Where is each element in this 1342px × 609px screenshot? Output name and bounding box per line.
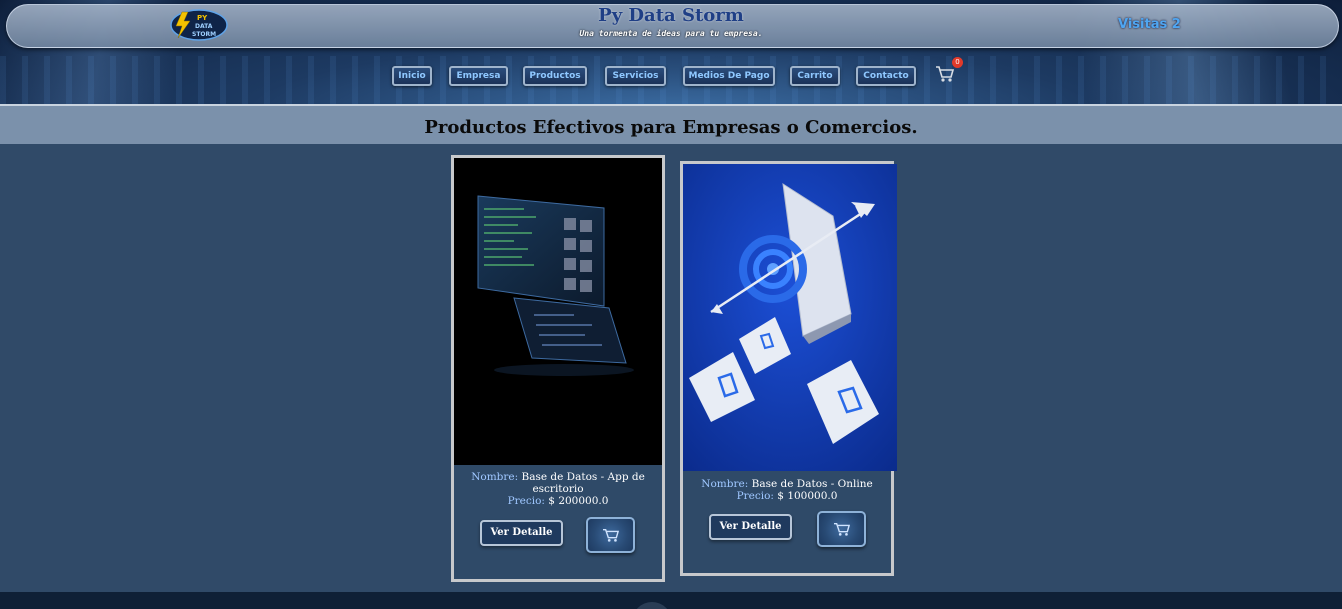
product-info: Nombre: Base de Datos - Online Precio: $… [683, 478, 891, 502]
nav-inicio[interactable]: Inicio [392, 66, 432, 86]
nav-contacto[interactable]: Contacto [856, 66, 916, 86]
nav-servicios[interactable]: Servicios [605, 66, 666, 86]
desktop-app-screens-image [477, 195, 634, 376]
product-price-label: Precio: [507, 495, 545, 507]
nav-medios-de-pago[interactable]: Medios De Pago [683, 66, 775, 86]
visits-counter: Visitas 2 [1118, 17, 1181, 32]
product-name-label: Nombre: [701, 478, 749, 490]
product-image[interactable] [683, 164, 897, 471]
product-price-label: Precio: [736, 490, 774, 502]
product-name: Base de Datos - Online [748, 478, 873, 490]
cart-icon[interactable] [935, 65, 955, 83]
nav-empresa[interactable]: Empresa [449, 66, 508, 86]
cart-icon [602, 528, 619, 542]
product-name-line: Nombre: Base de Datos - App de escritori… [454, 471, 662, 495]
product-name-line: Nombre: Base de Datos - Online [683, 478, 891, 490]
add-to-cart-button[interactable] [586, 517, 635, 553]
main-nav: Inicio Empresa Productos Servicios Medio… [0, 66, 1342, 86]
product-info: Nombre: Base de Datos - App de escritori… [454, 471, 662, 507]
ver-detalle-button[interactable]: Ver Detalle [709, 514, 792, 540]
nav-carrito[interactable]: Carrito [790, 66, 840, 86]
cart-icon [833, 522, 850, 536]
scroll-top-button[interactable] [632, 602, 672, 609]
product-price-line: Precio: $ 100000.0 [683, 490, 891, 502]
section-title: Productos Efectivos para Empresas o Come… [424, 117, 918, 138]
section-header: Productos Efectivos para Empresas o Come… [0, 104, 1342, 144]
product-price: $ 200000.0 [544, 495, 609, 507]
product-name: Base de Datos - App de escritorio [518, 471, 645, 495]
product-image[interactable] [454, 158, 662, 465]
cart-count-badge: 0 [952, 57, 963, 68]
product-price-line: Precio: $ 200000.0 [454, 495, 662, 507]
add-to-cart-button[interactable] [817, 511, 866, 547]
product-card: Nombre: Base de Datos - App de escritori… [451, 155, 665, 582]
online-shopping-target-image [683, 164, 897, 471]
product-card: Nombre: Base de Datos - Online Precio: $… [680, 161, 897, 576]
site-header: PY DATA STORM Py Data Storm Una tormenta… [0, 0, 1342, 104]
product-name-label: Nombre: [471, 471, 519, 483]
site-footer [0, 592, 1342, 609]
product-price: $ 100000.0 [773, 490, 838, 502]
ver-detalle-button[interactable]: Ver Detalle [480, 520, 563, 546]
nav-productos[interactable]: Productos [523, 66, 587, 86]
